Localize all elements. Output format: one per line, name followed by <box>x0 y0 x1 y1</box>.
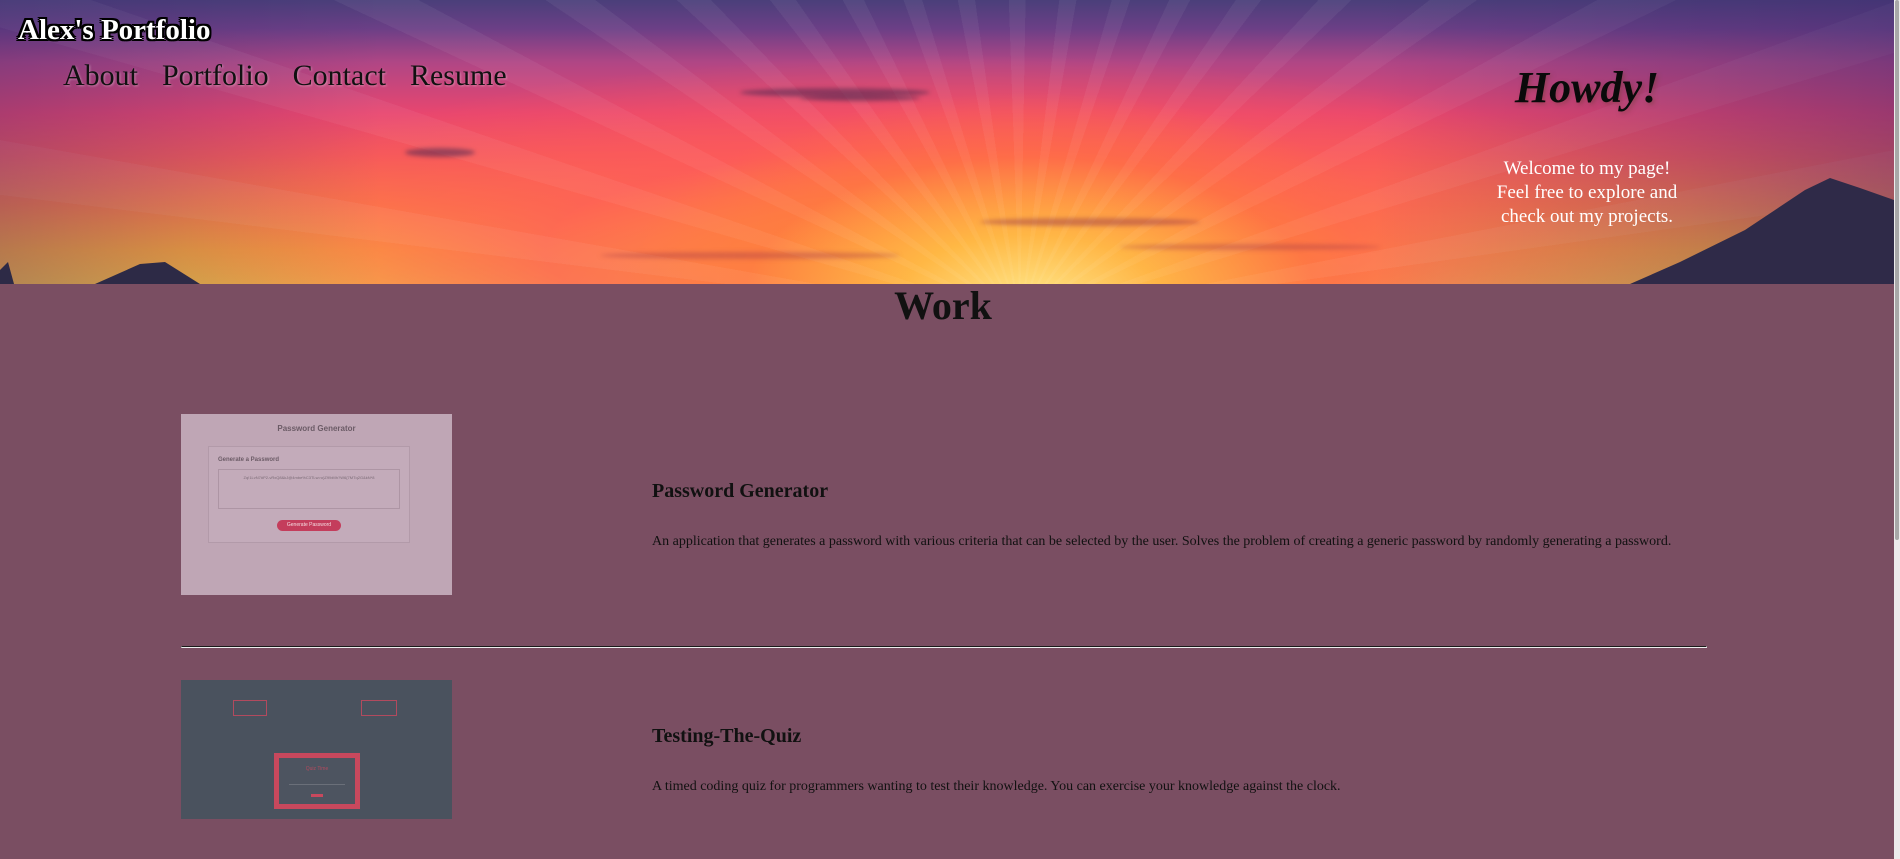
welcome-line: Welcome to my page! <box>1503 158 1671 179</box>
thumbnail-password-box: Zq!1LvN7#P2-vRxQ8&kJ@4mbe%C3TLw>o)Z9!bMh… <box>218 469 400 509</box>
project-title[interactable]: Testing-The-Quiz <box>652 725 801 748</box>
project-divider <box>181 646 1707 648</box>
mountains <box>0 178 1894 284</box>
nav-link-contact[interactable]: Contact <box>293 59 386 93</box>
work-section-title: Work <box>894 283 992 328</box>
portfolio-page: Alex's Portfolio About Portfolio Contact… <box>0 0 1900 859</box>
mountain-edge-left <box>0 262 14 284</box>
nav-link-about[interactable]: About <box>63 59 138 93</box>
thumbnail-generate-button: Generate Password <box>277 520 341 531</box>
welcome-line: check out my projects. <box>1500 206 1673 227</box>
thumbnail-card-heading: Generate a Password <box>218 457 280 463</box>
quiz-screenshot[interactable]: Quiz Time <box>181 680 452 819</box>
vertical-scrollbar[interactable] <box>1894 0 1900 859</box>
hero-banner: Alex's Portfolio About Portfolio Contact… <box>0 0 1894 284</box>
thumbnail-title: Password Generator <box>277 424 356 433</box>
thumbnail-quiz-panel: Quiz Time <box>274 753 360 809</box>
site-title[interactable]: Alex's Portfolio <box>18 14 210 47</box>
project-title[interactable]: Password Generator <box>652 480 828 503</box>
thumbnail-highscores-button <box>233 700 267 716</box>
mountain-left <box>95 262 200 284</box>
main-nav: About Portfolio Contact Resume <box>63 59 507 93</box>
project-description: An application that generates a password… <box>652 534 1672 549</box>
thumbnail-quiz-line <box>289 784 345 785</box>
project-description: A timed coding quiz for programmers want… <box>652 779 1341 794</box>
thumbnail-timer-box <box>361 700 397 716</box>
password-generator-screenshot[interactable]: Password Generator Generate a Password Z… <box>181 414 452 595</box>
project-card: Password Generator Generate a Password Z… <box>181 414 1705 596</box>
welcome-line: Feel free to explore and <box>1496 182 1678 203</box>
scrollbar-thumb[interactable] <box>1895 0 1899 540</box>
thumbnail-start-button <box>311 794 323 797</box>
greeting-heading: Howdy! <box>1514 63 1660 112</box>
nav-link-portfolio[interactable]: Portfolio <box>162 59 269 93</box>
welcome-message: Welcome to my page! Feel free to explore… <box>1457 157 1717 229</box>
thumbnail-quiz-title: Quiz Time <box>305 766 329 772</box>
project-card: Quiz Time Testing-The-Quiz A timed codin… <box>181 680 1705 820</box>
thumbnail-card: Generate a Password Zq!1LvN7#P2-vRxQ8&kJ… <box>208 446 410 543</box>
nav-link-resume[interactable]: Resume <box>410 59 507 93</box>
